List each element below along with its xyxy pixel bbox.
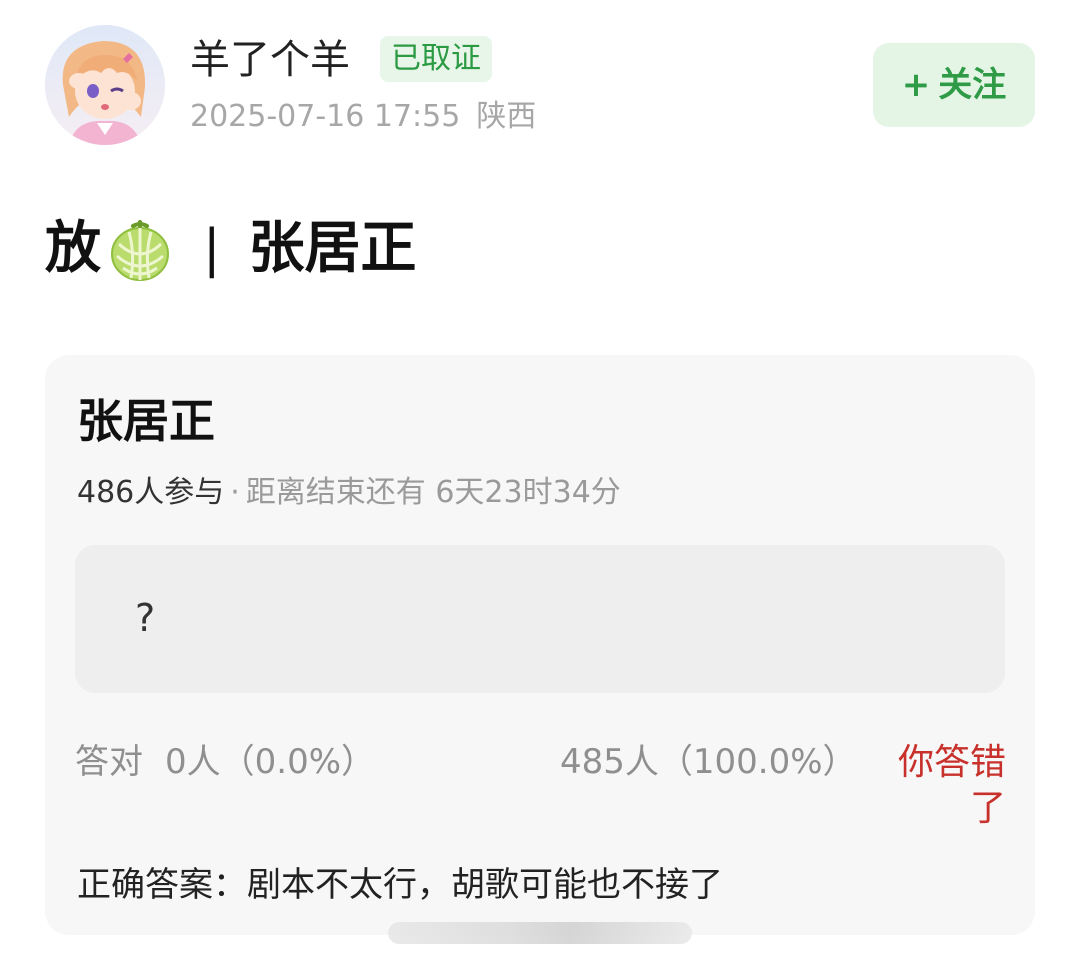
post-location: 陕西 xyxy=(476,99,537,134)
quiz-question: ? xyxy=(135,596,156,640)
post-time: 2025-07-16 17:55 xyxy=(190,99,461,134)
melon-icon xyxy=(105,214,175,284)
scroll-indicator xyxy=(388,922,692,944)
correct-label: 答对 xyxy=(75,742,143,782)
post-meta: 2025-07-16 17:55 陕西 xyxy=(190,98,536,136)
author-avatar[interactable] xyxy=(45,25,165,145)
follow-button-label: 关注 xyxy=(938,65,1007,105)
author-name[interactable]: 羊了个羊 xyxy=(190,36,350,84)
correct-result: 答对 0人（0.0%） xyxy=(75,740,375,784)
wrong-count: 485人（100.0%） xyxy=(560,742,857,782)
follow-button[interactable]: + 关注 xyxy=(873,43,1035,127)
plus-icon: + xyxy=(901,65,931,105)
title-separator: | xyxy=(203,219,221,279)
post-page: 羊了个羊 已取证 2025-07-16 17:55 陕西 + 关注 放 | 张居正 … xyxy=(0,0,1080,956)
correct-count: 0人（0.0%） xyxy=(165,742,376,782)
quiz-participants: 486人参与 xyxy=(77,475,225,510)
verified-badge: 已取证 xyxy=(380,36,492,82)
quiz-countdown: 距离结束还有 6天23时34分 xyxy=(245,475,621,510)
anime-avatar-icon xyxy=(45,25,165,145)
quiz-card[interactable]: 张居正 486人参与 · 距离结束还有 6天23时34分 ? 答对 0人（0.0%） … xyxy=(45,355,1035,935)
quiz-stats: 486人参与 · 距离结束还有 6天23时34分 xyxy=(77,473,621,513)
stats-dot: · xyxy=(230,475,240,510)
quiz-question-box[interactable]: ? xyxy=(75,545,1005,693)
post-title-part1: 放 xyxy=(45,216,101,281)
correct-answer: 正确答案：剧本不太行，胡歌可能也不接了 xyxy=(77,865,723,905)
post-title: 放 | 张居正 xyxy=(45,214,417,284)
post-title-part2: 张居正 xyxy=(248,216,417,281)
quiz-title: 张居正 xyxy=(77,394,215,448)
wrong-answer-tag: 你答错了 xyxy=(897,742,1006,829)
